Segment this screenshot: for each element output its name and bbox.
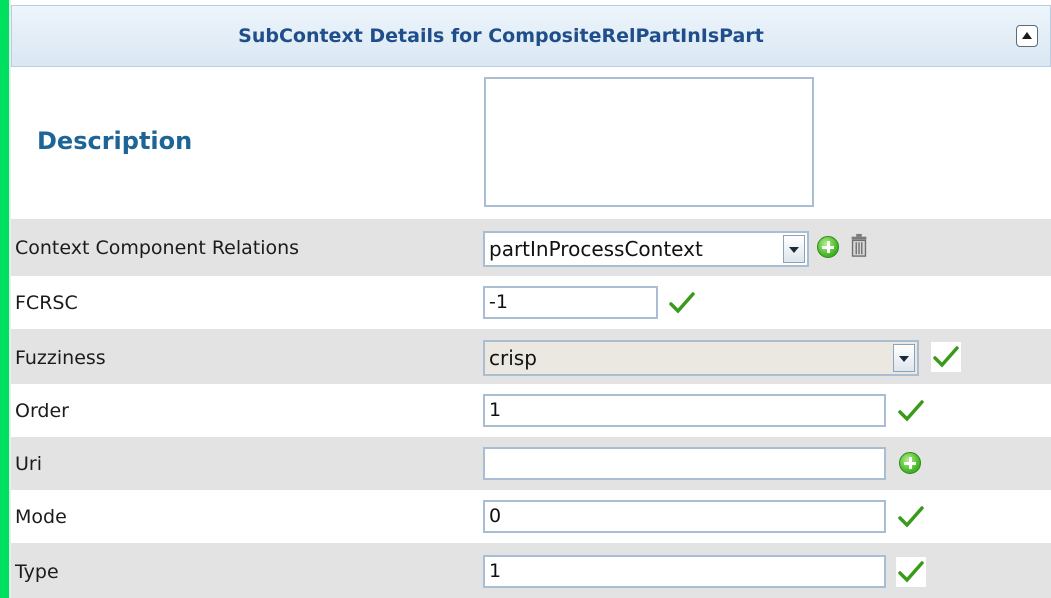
context-component-relations-select[interactable]: partInProcessContext — [483, 231, 809, 267]
dropdown-button[interactable] — [893, 344, 915, 372]
fuzziness-row: Fuzziness crisp — [11, 329, 1051, 384]
context-component-relations-label: Context Component Relations — [15, 237, 300, 259]
checkmark-icon[interactable] — [896, 502, 926, 532]
type-label: Type — [15, 561, 59, 583]
panel-header: SubContext Details for CompositeRelPartI… — [11, 5, 1051, 67]
dropdown-arrow-icon — [789, 247, 799, 253]
checkmark-icon[interactable] — [896, 396, 926, 426]
type-input[interactable]: 1 — [483, 555, 886, 588]
fuzziness-select[interactable]: crisp — [483, 340, 919, 376]
collapse-up-icon — [1022, 32, 1032, 39]
add-icon[interactable] — [899, 452, 921, 474]
uri-input[interactable] — [483, 447, 886, 480]
description-textarea[interactable] — [484, 77, 814, 207]
description-label: Description — [37, 127, 193, 155]
order-input[interactable]: 1 — [483, 394, 886, 427]
dropdown-button[interactable] — [783, 235, 805, 263]
order-label: Order — [15, 400, 69, 422]
add-icon[interactable] — [817, 236, 839, 258]
mode-input[interactable]: 0 — [483, 500, 886, 533]
fcrsc-row: FCRSC -1 — [11, 276, 1051, 329]
mode-row: Mode 0 — [11, 490, 1051, 543]
left-accent-bar — [0, 0, 9, 598]
checkmark-icon[interactable] — [931, 342, 961, 372]
order-row: Order 1 — [11, 384, 1051, 437]
collapse-button[interactable] — [1016, 25, 1038, 47]
description-row: Description — [11, 67, 1051, 219]
checkmark-icon[interactable] — [667, 288, 697, 318]
uri-label: Uri — [15, 453, 42, 475]
context-component-relations-value: partInProcessContext — [489, 237, 703, 261]
fuzziness-value: crisp — [489, 346, 537, 370]
type-row: Type 1 — [11, 543, 1051, 598]
dropdown-arrow-icon — [899, 356, 909, 362]
checkmark-icon[interactable] — [896, 557, 926, 587]
trash-icon[interactable] — [849, 233, 869, 257]
fcrsc-input[interactable]: -1 — [483, 286, 658, 319]
uri-row: Uri — [11, 437, 1051, 490]
mode-label: Mode — [15, 506, 67, 528]
context-component-relations-row: Context Component Relations partInProces… — [11, 219, 1051, 276]
fcrsc-label: FCRSC — [15, 292, 78, 314]
panel-title: SubContext Details for CompositeRelPartI… — [238, 25, 764, 47]
fuzziness-label: Fuzziness — [15, 347, 106, 369]
